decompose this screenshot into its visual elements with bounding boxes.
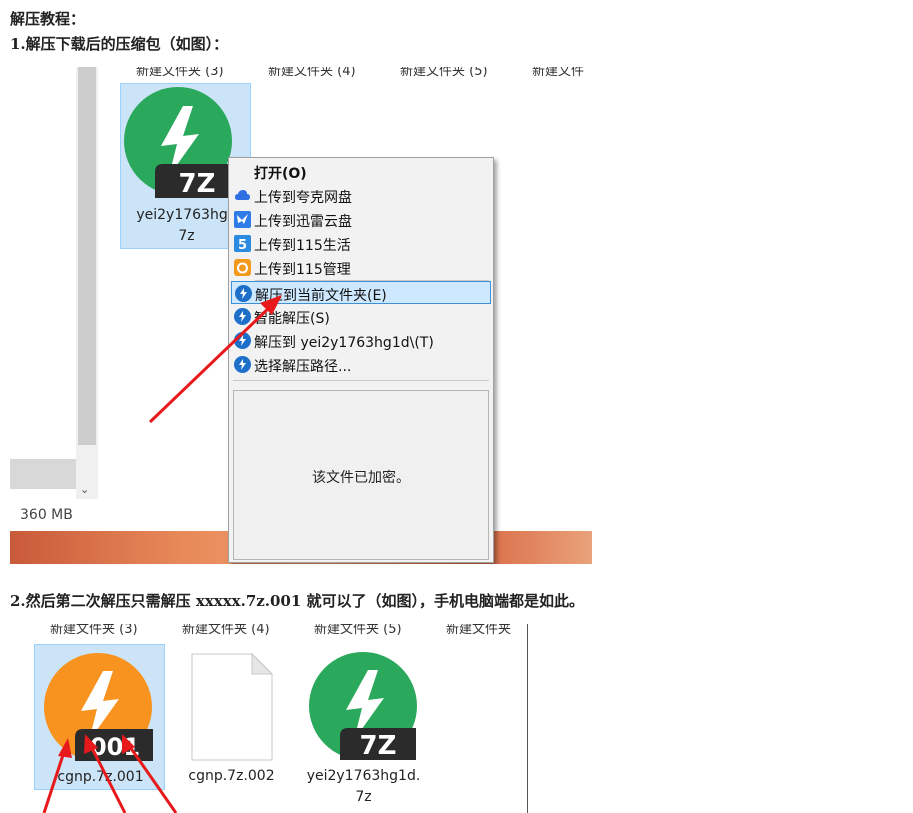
step2-text: 2.然后第二次解压只需解压 xxxxx.7z.001 就可以了（如图），手机电脑… <box>10 592 585 610</box>
red-arrows-annotation <box>42 734 178 813</box>
screenshot-split-archive: 新建文件夹 (3) 新建文件夹 (4) 新建文件夹 (5) 新建文件夹 001 … <box>10 624 528 813</box>
step1-text: 1.解压下载后的压缩包（如图）： <box>10 35 229 53</box>
red-arrow-annotation <box>148 295 282 424</box>
tutorial-title: 解压教程： <box>10 10 86 28</box>
screenshot-extract-menu: ⌄ 360 MB 新建文件夹 (3) 新建文件夹 (4) 新建文件夹 (5) 新… <box>10 67 592 564</box>
